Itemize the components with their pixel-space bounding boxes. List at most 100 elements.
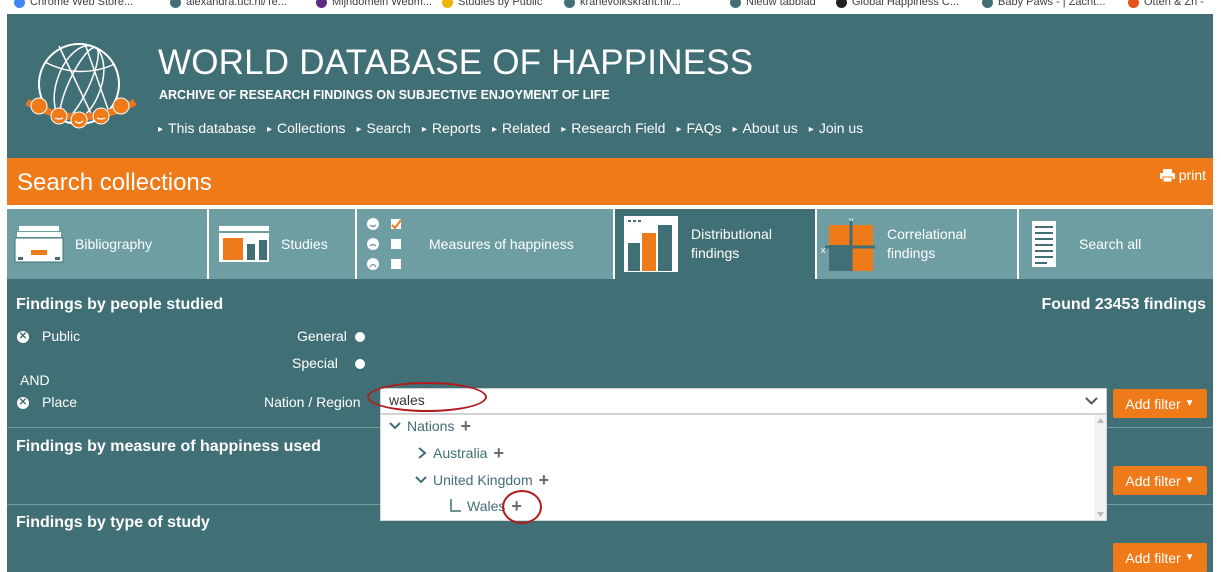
- bookmark[interactable]: Studies by Public: [442, 0, 542, 8]
- tab-search-all[interactable]: Search all: [1019, 209, 1213, 279]
- add-icon[interactable]: +: [460, 417, 471, 435]
- and-operator: AND: [20, 372, 50, 388]
- bookmark[interactable]: alexandra.ucl.nl/Te...: [170, 0, 287, 8]
- tree-item-label: Wales: [467, 498, 506, 514]
- option-general: General: [297, 328, 347, 344]
- bookmark-label: kranevolkskrant.nl/...: [580, 0, 681, 8]
- nav-about-us[interactable]: About us: [732, 120, 798, 136]
- site-icon: [1128, 0, 1139, 8]
- site-header: WORLD DATABASE OF HAPPINESS ARCHIVE OF R…: [7, 14, 1213, 158]
- tab-distributional-findings[interactable]: Distributional findings: [615, 209, 815, 279]
- section-title-measure: Findings by measure of happiness used: [16, 438, 321, 455]
- bibliography-icon: [14, 226, 64, 263]
- bookmark[interactable]: Baby Paws - | Zacht...: [982, 0, 1105, 8]
- add-icon[interactable]: +: [493, 444, 504, 462]
- chrome-store-icon: [14, 0, 25, 8]
- radio-special[interactable]: [355, 359, 365, 369]
- tab-label: Measures of happiness: [429, 235, 574, 252]
- bookmark[interactable]: kranevolkskrant.nl/...: [564, 0, 681, 8]
- tree-item-united-kingdom[interactable]: United Kingdom +: [415, 471, 550, 489]
- site-title: WORLD DATABASE OF HAPPINESS: [158, 43, 754, 82]
- bookmark[interactable]: Mijndomein Webm...: [316, 0, 432, 8]
- nation-region-select[interactable]: [380, 388, 1107, 414]
- tab-studies[interactable]: Studies: [209, 209, 355, 279]
- bookmark-label: alexandra.ucl.nl/Te...: [186, 0, 287, 8]
- nav-faqs[interactable]: FAQs: [676, 120, 721, 136]
- bookmark[interactable]: Chrome Web Store...: [14, 0, 133, 8]
- printer-icon: [1159, 168, 1175, 182]
- globe-icon: [730, 0, 741, 8]
- tab-label-line: findings: [887, 245, 936, 261]
- findings-count: Found 23453 findings: [1041, 296, 1206, 313]
- filter-label-place: Place: [42, 394, 78, 410]
- annotation-circle: [502, 490, 542, 524]
- tab-label: Bibliography: [75, 235, 153, 252]
- bookmark-label: Chrome Web Store...: [30, 0, 134, 8]
- globe-icon: [564, 0, 575, 8]
- globe-logo-icon[interactable]: [25, 32, 139, 141]
- nation-dropdown: Nations + Australia + United Kingdom + W…: [380, 414, 1107, 521]
- tab-measures-of-happiness[interactable]: Measures of happiness: [357, 209, 613, 279]
- bookmark-label: Mijndomein Webm...: [332, 0, 433, 8]
- site-icon: [442, 0, 453, 8]
- nav-collections[interactable]: Collections: [267, 120, 345, 136]
- tree-item-nations[interactable]: Nations +: [389, 417, 471, 435]
- tab-bibliography[interactable]: Bibliography: [7, 209, 207, 279]
- tree-item-label: Australia: [433, 445, 488, 461]
- globe-icon: [982, 0, 993, 8]
- chevron-right-icon: [418, 447, 427, 459]
- bookmark-label: Otten & Zn -: [1144, 0, 1204, 8]
- nav-related[interactable]: Related: [492, 120, 550, 136]
- add-filter-button[interactable]: Add filter ▼: [1113, 466, 1207, 495]
- document-icon: [1032, 221, 1056, 267]
- caret-down-icon: ▼: [1184, 552, 1195, 563]
- page-title: Search collections: [17, 169, 212, 196]
- main-nav: This database Collections Search Reports…: [158, 120, 874, 136]
- nav-reports[interactable]: Reports: [422, 120, 481, 136]
- nav-search[interactable]: Search: [357, 120, 411, 136]
- bookmark[interactable]: Global Happiness C...: [836, 0, 959, 8]
- remove-filter-icon[interactable]: ✕: [17, 397, 29, 409]
- scroll-up-icon[interactable]: [1097, 418, 1104, 423]
- chevron-down-icon: [389, 422, 401, 430]
- bookmark-label: Global Happiness C...: [852, 0, 959, 8]
- tab-label-line: Correlational: [887, 226, 967, 242]
- add-filter-button[interactable]: Add filter ▼: [1113, 543, 1207, 572]
- tab-correlational-findings[interactable]: y x Correlational findings: [817, 209, 1017, 279]
- remove-filter-icon[interactable]: ✕: [17, 331, 29, 343]
- section-title-people: Findings by people studied: [16, 296, 224, 313]
- search-collections-bar: Search collections print: [7, 158, 1213, 205]
- tab-label: Search all: [1079, 235, 1142, 252]
- collection-tabs: Bibliography Studies Measures of happine…: [7, 209, 1213, 279]
- filter-label-public: Public: [42, 328, 81, 344]
- globe-icon: [170, 0, 181, 8]
- bookmarks-bar: Chrome Web Store... alexandra.ucl.nl/Te.…: [0, 0, 1221, 14]
- chevron-down-icon: [415, 476, 427, 484]
- add-filter-label: Add filter: [1125, 395, 1181, 412]
- option-special: Special: [292, 355, 338, 371]
- radio-general[interactable]: [355, 332, 365, 342]
- add-filter-label: Add filter: [1125, 549, 1181, 566]
- bookmark[interactable]: Otten & Zn -: [1128, 0, 1204, 8]
- bookmark[interactable]: Nieuw tabblad: [730, 0, 816, 8]
- nav-research-field[interactable]: Research Field: [561, 120, 665, 136]
- bookmark-label: Baby Paws - | Zacht...: [998, 0, 1106, 8]
- print-button[interactable]: print: [1159, 167, 1206, 183]
- tree-branch-icon: [450, 499, 461, 512]
- caret-down-icon: ▼: [1184, 398, 1195, 409]
- measures-icon: [367, 218, 402, 270]
- print-label: print: [1178, 167, 1206, 183]
- chevron-down-icon[interactable]: [1085, 394, 1098, 407]
- tab-label: Distributional findings: [691, 225, 772, 263]
- add-filter-button[interactable]: Add filter ▼: [1113, 389, 1207, 418]
- nav-join-us[interactable]: Join us: [809, 120, 863, 136]
- tree-item-australia[interactable]: Australia +: [417, 444, 504, 462]
- correlation-icon: y x: [821, 215, 875, 271]
- add-filter-label: Add filter: [1125, 472, 1181, 489]
- annotation-circle: [367, 382, 487, 412]
- tab-label: Correlational findings: [887, 225, 966, 263]
- scroll-down-icon[interactable]: [1097, 512, 1104, 517]
- nav-this-database[interactable]: This database: [158, 120, 256, 136]
- add-icon[interactable]: +: [539, 471, 550, 489]
- dropdown-scrollbar[interactable]: [1094, 415, 1106, 520]
